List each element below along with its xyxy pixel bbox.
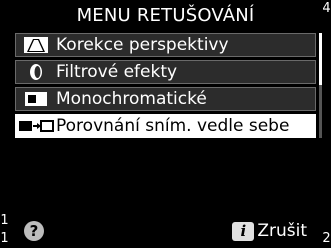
left-scale-strip: 1 1 <box>0 0 9 248</box>
menu-item-label: Korekce perspektivy <box>56 35 229 55</box>
menu-item-side-by-side-comparison[interactable]: Porovnání sním. vedle sebe <box>15 114 316 138</box>
menu-title: MENU RETUŠOVÁNÍ <box>76 5 255 26</box>
menu-item-monochrome[interactable]: Monochromatické <box>15 87 316 111</box>
perspective-icon <box>16 34 56 56</box>
right-strip-bottom-number: 2 <box>322 231 331 246</box>
filter-effects-icon <box>16 61 56 83</box>
menu-item-perspective-correction[interactable]: Korekce perspektivy <box>15 33 316 57</box>
cancel-label: Zrušit <box>257 221 307 241</box>
left-strip-bottom-number: 1 <box>0 231 9 246</box>
cancel-button[interactable]: i Zrušit <box>232 220 307 242</box>
right-scale-strip: 4 2 <box>322 0 331 248</box>
menu-item-label: Monochromatické <box>56 89 207 109</box>
scrollbar-thumb[interactable] <box>319 33 322 85</box>
menu-scrollbar[interactable] <box>319 33 322 138</box>
monochrome-icon <box>16 88 56 110</box>
help-icon[interactable]: ? <box>24 221 44 241</box>
left-strip-top-number: 1 <box>0 213 9 228</box>
side-by-side-icon <box>16 115 56 137</box>
camera-menu-screen: 1 1 4 2 MENU RETUŠOVÁNÍ Korekce perspekt… <box>0 0 331 248</box>
menu-item-label: Porovnání sním. vedle sebe <box>56 116 290 136</box>
info-button-icon: i <box>232 221 255 241</box>
menu-item-label: Filtrové efekty <box>56 62 178 82</box>
menu-item-filter-effects[interactable]: Filtrové efekty <box>15 60 316 84</box>
retouch-menu-list: Korekce perspektivy Filtrové efekty Mono… <box>15 33 316 141</box>
